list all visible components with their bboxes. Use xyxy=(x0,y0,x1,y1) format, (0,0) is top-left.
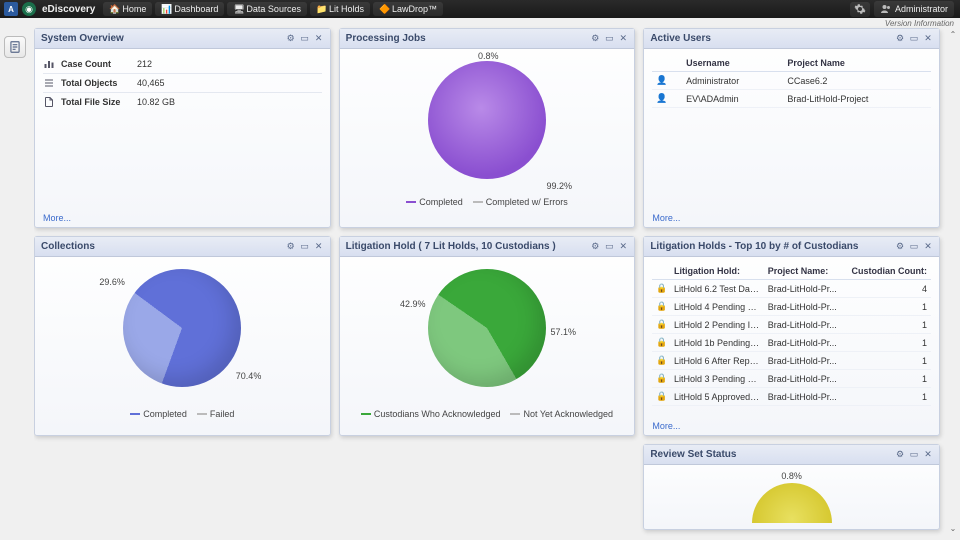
logo-circle-icon: ◉ xyxy=(22,2,36,16)
collections-pie: 29.6% 70.4% xyxy=(123,269,241,387)
stat-icon xyxy=(43,96,55,108)
close-icon[interactable]: ✕ xyxy=(314,34,324,44)
lawdrop-icon: 🔶 xyxy=(379,4,389,14)
table-row: 🔒LitHold 6.2 Test DashboardBrad-LitHold-… xyxy=(652,280,931,298)
reports-button[interactable] xyxy=(4,36,26,58)
brand-area: A ◉ eDiscovery xyxy=(0,0,95,18)
panel-system-overview: System Overview ⚙ ▭ ✕ Case Count212Total O… xyxy=(34,28,331,228)
maximize-icon[interactable]: ▭ xyxy=(604,34,614,44)
close-icon[interactable]: ✕ xyxy=(923,34,933,44)
nav-lawdrop[interactable]: 🔶LawDrop™ xyxy=(373,2,443,16)
more-link[interactable]: More... xyxy=(652,213,680,223)
panel-grid: System Overview ⚙ ▭ ✕ Case Count212Total O… xyxy=(34,26,950,532)
table-row: 🔒LitHold 6 After Report Location Cha...B… xyxy=(652,352,931,370)
table-row: 🔒LitHold 1b Pending ApprovalBrad-LitHold… xyxy=(652,334,931,352)
maximize-icon[interactable]: ▭ xyxy=(909,242,919,252)
panel-collections: Collections ⚙▭✕ 29.6% 70.4% CompletedFai… xyxy=(34,236,331,436)
panel-top10: Litigation Holds - Top 10 by # of Custod… xyxy=(643,236,940,436)
maximize-icon[interactable]: ▭ xyxy=(909,450,919,460)
user-icon: 👤 xyxy=(656,75,666,86)
panel-active-users: Active Users ⚙ ▭ ✕ UsernameProject Name👤Ad… xyxy=(643,28,940,228)
top10-table: Litigation Hold:Project Name:Custodian C… xyxy=(652,263,931,406)
close-icon[interactable]: ✕ xyxy=(618,34,628,44)
logo-badge: A xyxy=(4,2,18,16)
user-menu[interactable]: Administrator xyxy=(874,1,954,17)
review-pie xyxy=(752,483,832,523)
refresh-icon[interactable]: ⚙ xyxy=(590,242,600,252)
maximize-icon[interactable]: ▭ xyxy=(909,34,919,44)
panel-title: Processing Jobs xyxy=(346,33,426,44)
refresh-icon[interactable]: ⚙ xyxy=(286,34,296,44)
nav-home[interactable]: 🏠Home xyxy=(103,2,152,16)
lithold-pie: 42.9% 57.1% xyxy=(428,269,546,387)
user-icon: 👤 xyxy=(656,93,666,104)
stat-row: Total File Size10.82 GB xyxy=(43,93,322,111)
lock-icon: 🔒 xyxy=(656,373,665,384)
dashboard-icon: 📊 xyxy=(161,4,171,14)
more-link[interactable]: More... xyxy=(652,421,680,431)
panel-title: System Overview xyxy=(41,33,124,44)
settings-button[interactable] xyxy=(850,2,870,17)
refresh-icon[interactable]: ⚙ xyxy=(895,242,905,252)
panel-litigation-hold: Litigation Hold ( 7 Lit Holds, 10 Custod… xyxy=(339,236,636,436)
table-row: 🔒LitHold 2 Pending IT Acknowledge...Brad… xyxy=(652,316,931,334)
panel-title: Litigation Holds - Top 10 by # of Custod… xyxy=(650,241,858,252)
refresh-icon[interactable]: ⚙ xyxy=(590,34,600,44)
panel-title: Litigation Hold ( 7 Lit Holds, 10 Custod… xyxy=(346,241,556,252)
panel-review-set: Review Set Status ⚙▭✕ 0.8% xyxy=(643,444,940,530)
processing-pie: 0.8% 99.2% xyxy=(428,61,546,179)
nav-dashboard[interactable]: 📊Dashboard xyxy=(155,2,224,16)
close-icon[interactable]: ✕ xyxy=(923,242,933,252)
stat-icon xyxy=(43,58,55,70)
panel-processing-jobs: Processing Jobs ⚙▭✕ 0.8% 99.2% Completed… xyxy=(339,28,636,228)
lock-icon: 🔒 xyxy=(656,319,665,330)
nav-lit-holds[interactable]: 📁Lit Holds xyxy=(310,2,370,16)
close-icon[interactable]: ✕ xyxy=(618,242,628,252)
maximize-icon[interactable]: ▭ xyxy=(300,34,310,44)
left-sidebar xyxy=(4,36,28,58)
lock-icon: 🔒 xyxy=(656,355,665,366)
table-row: 🔒LitHold 5 Approved and Acknowled...Brad… xyxy=(652,388,931,406)
refresh-icon[interactable]: ⚙ xyxy=(895,450,905,460)
dashboard-content: System Overview ⚙ ▭ ✕ Case Count212Total O… xyxy=(34,26,950,540)
lock-icon: 🔒 xyxy=(656,391,665,402)
stat-icon xyxy=(43,77,55,89)
folder-icon: 📁 xyxy=(316,4,326,14)
topbar-right: Administrator xyxy=(850,0,960,18)
nav-data-sources[interactable]: 🖥Data Sources xyxy=(227,2,307,16)
active-users-table: UsernameProject Name👤AdministratorCCase6… xyxy=(652,55,931,108)
panel-title: Collections xyxy=(41,241,95,252)
gear-icon xyxy=(854,3,866,15)
stat-row: Total Objects40,465 xyxy=(43,74,322,93)
table-row: 🔒LitHold 3 Pending Cust Acknowled...Brad… xyxy=(652,370,931,388)
refresh-icon[interactable]: ⚙ xyxy=(286,242,296,252)
topbar: A ◉ eDiscovery 🏠Home 📊Dashboard 🖥Data So… xyxy=(0,0,960,18)
refresh-icon[interactable]: ⚙ xyxy=(895,34,905,44)
maximize-icon[interactable]: ▭ xyxy=(604,242,614,252)
close-icon[interactable]: ✕ xyxy=(923,450,933,460)
users-icon xyxy=(880,3,892,15)
lock-icon: 🔒 xyxy=(656,301,665,312)
document-icon xyxy=(8,40,22,54)
stat-row: Case Count212 xyxy=(43,55,322,74)
brand-text: eDiscovery xyxy=(42,4,95,15)
table-row: 🔒LitHold 4 Pending Both Acknowled...Brad… xyxy=(652,298,931,316)
panel-title: Active Users xyxy=(650,33,711,44)
home-icon: 🏠 xyxy=(109,4,119,14)
panel-title: Review Set Status xyxy=(650,449,736,460)
table-row: 👤AdministratorCCase6.2 xyxy=(652,72,931,90)
screen-icon: 🖥 xyxy=(233,4,243,14)
main-nav: 🏠Home 📊Dashboard 🖥Data Sources 📁Lit Hold… xyxy=(103,0,443,18)
lock-icon: 🔒 xyxy=(656,283,665,294)
maximize-icon[interactable]: ▭ xyxy=(300,242,310,252)
lock-icon: 🔒 xyxy=(656,337,665,348)
more-link[interactable]: More... xyxy=(43,213,71,223)
table-row: 👤EV\ADAdminBrad-LitHold-Project xyxy=(652,90,931,108)
close-icon[interactable]: ✕ xyxy=(314,242,324,252)
